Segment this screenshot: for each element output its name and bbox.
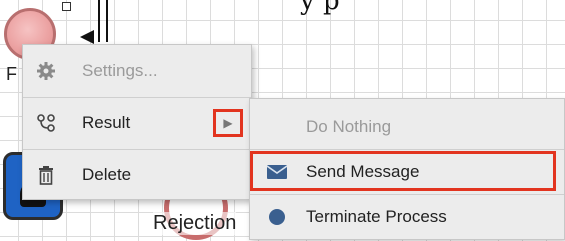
submenu-item-send-message[interactable]: Send Message — [250, 150, 564, 193]
connector-line[interactable] — [106, 0, 108, 42]
submenu-item-terminate-process[interactable]: Terminate Process — [250, 195, 564, 238]
result-submenu: Do Nothing Send Message Terminate Proces… — [249, 98, 565, 240]
envelope-icon — [264, 162, 290, 182]
submenu-arrow-icon[interactable]: ▶ — [213, 109, 243, 137]
menu-divider — [23, 149, 251, 150]
menu-item-delete[interactable]: Delete — [23, 151, 251, 199]
submenu-item-label: Send Message — [306, 161, 420, 181]
gear-icon — [35, 60, 57, 82]
node-resize-handle[interactable] — [62, 2, 71, 11]
connector-arrowhead — [80, 30, 94, 44]
start-node-label: F — [6, 64, 17, 84]
submenu-item-label: Do Nothing — [306, 116, 392, 136]
end-node-label: Rejection — [153, 212, 237, 235]
result-icon — [35, 112, 57, 134]
menu-item-result[interactable]: Result ▶ — [23, 99, 251, 147]
submenu-item-label: Terminate Process — [306, 206, 447, 226]
context-menu: Settings... Result ▶ Delete — [22, 44, 252, 200]
canvas-top-text: y p — [300, 0, 340, 16]
menu-item-settings[interactable]: Settings... — [23, 47, 251, 95]
dot-icon — [264, 207, 290, 227]
connector-line[interactable] — [98, 0, 100, 42]
menu-item-label: Result — [82, 113, 131, 132]
submenu-item-do-nothing[interactable]: Do Nothing — [250, 105, 564, 148]
menu-divider — [23, 97, 251, 98]
menu-item-label: Settings... — [82, 61, 158, 80]
menu-item-label: Delete — [82, 165, 132, 184]
trash-icon — [35, 164, 57, 186]
